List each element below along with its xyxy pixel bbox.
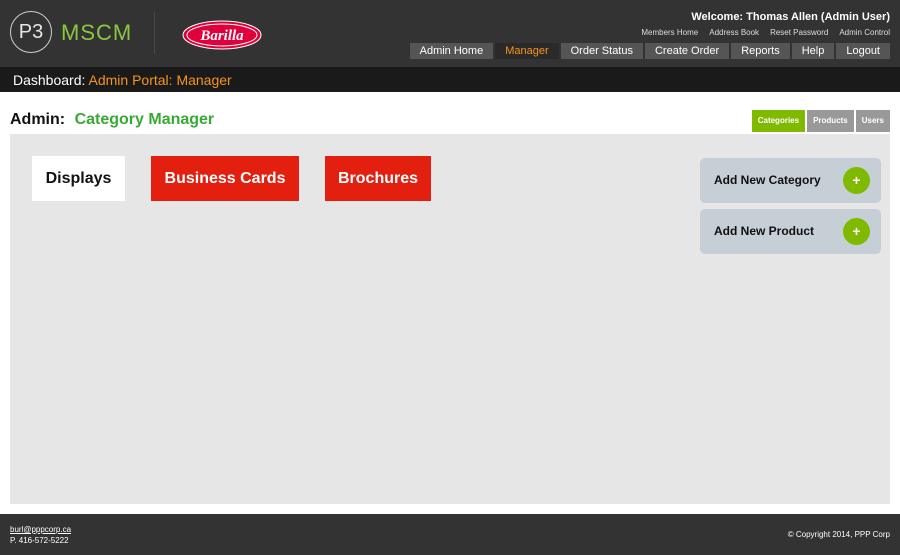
nav-admin-home[interactable]: Admin Home (409, 43, 494, 59)
app-name: MSCM (61, 20, 133, 45)
category-manager-title: Category Manager (74, 111, 215, 128)
barilla-logo: Barilla (182, 20, 262, 50)
p3-logo: P3 (10, 11, 52, 53)
welcome-text: Welcome: Thomas Allen (Admin User) (691, 11, 890, 23)
tab-categories[interactable]: Categories (751, 110, 806, 132)
add-product-label: Add New Product (714, 224, 815, 238)
page-title: Admin: Category Manager (10, 111, 214, 129)
add-category-label: Add New Category (714, 173, 821, 187)
category-panel: Displays Business Cards Brochures Add Ne… (10, 134, 890, 504)
dashboard-value: Admin Portal: Manager (88, 72, 232, 88)
link-reset-password[interactable]: Reset Password (770, 28, 828, 37)
dashboard-breadcrumb: Dashboard: Admin Portal: Manager (13, 72, 232, 88)
header-divider (154, 12, 155, 54)
nav-create-order[interactable]: Create Order (644, 43, 730, 59)
plus-icon: + (843, 167, 870, 194)
nav-help[interactable]: Help (791, 43, 835, 59)
nav-order-status[interactable]: Order Status (560, 43, 643, 59)
top-links: Members Home Address Book Reset Password… (641, 28, 890, 37)
tab-users[interactable]: Users (855, 110, 890, 132)
sub-tabs: Categories Products Users (751, 110, 890, 132)
main-nav: Admin Home Manager Order Status Create O… (409, 43, 890, 59)
footer: burl@pppcorp.ca P. 416-572-5222 © Copyri… (0, 514, 900, 555)
category-displays[interactable]: Displays (32, 156, 125, 201)
link-members-home[interactable]: Members Home (641, 28, 698, 37)
plus-icon: + (843, 218, 870, 245)
nav-logout[interactable]: Logout (836, 43, 890, 59)
svg-text:Barilla: Barilla (199, 28, 244, 44)
tab-products[interactable]: Products (807, 110, 854, 132)
footer-phone: P. 416-572-5222 (10, 536, 69, 545)
add-new-product-button[interactable]: Add New Product + (700, 209, 881, 254)
link-admin-control[interactable]: Admin Control (839, 28, 890, 37)
category-business-cards[interactable]: Business Cards (151, 156, 299, 201)
nav-reports[interactable]: Reports (731, 43, 790, 59)
footer-email-link[interactable]: burl@pppcorp.ca (10, 525, 71, 534)
header: P3 MSCM Barilla Welcome: Thomas Allen (A… (0, 0, 900, 67)
category-brochures[interactable]: Brochures (325, 156, 431, 201)
add-new-category-button[interactable]: Add New Category + (700, 158, 881, 203)
footer-copyright: © Copyright 2014, PPP Corp (787, 530, 890, 539)
admin-label: Admin: (10, 111, 66, 128)
dashboard-label: Dashboard: (13, 72, 86, 88)
link-address-book[interactable]: Address Book (709, 28, 759, 37)
dashboard-bar: Dashboard: Admin Portal: Manager (0, 67, 900, 92)
nav-manager[interactable]: Manager (495, 43, 559, 59)
